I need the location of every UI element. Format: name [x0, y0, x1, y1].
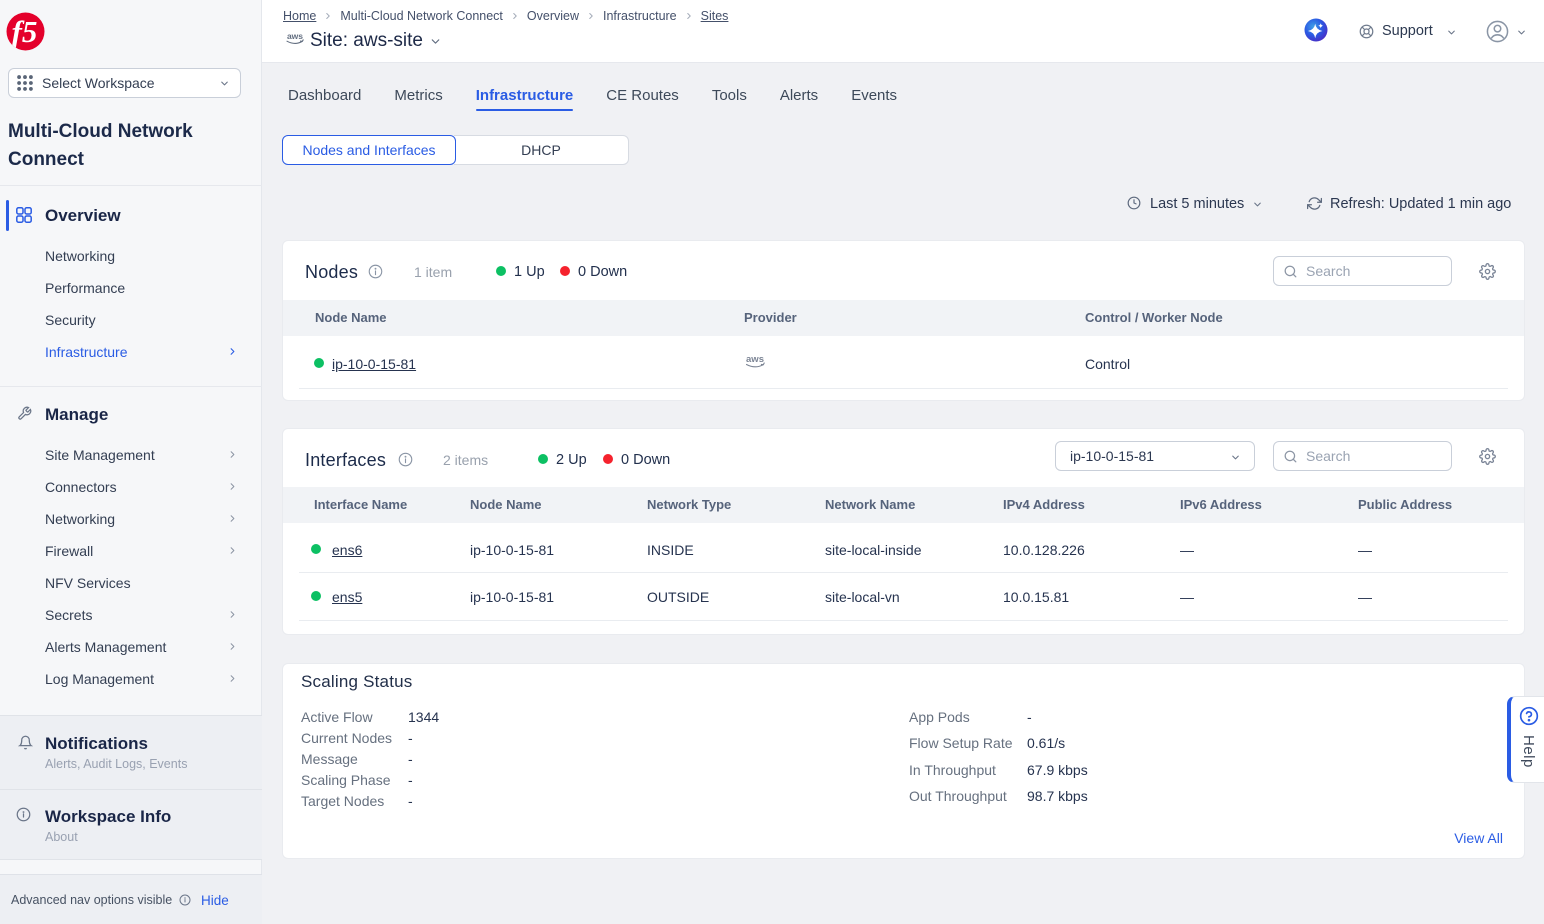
svg-text:aws: aws	[287, 31, 303, 41]
svg-text:f5: f5	[12, 14, 38, 49]
svg-text:aws: aws	[746, 354, 764, 365]
